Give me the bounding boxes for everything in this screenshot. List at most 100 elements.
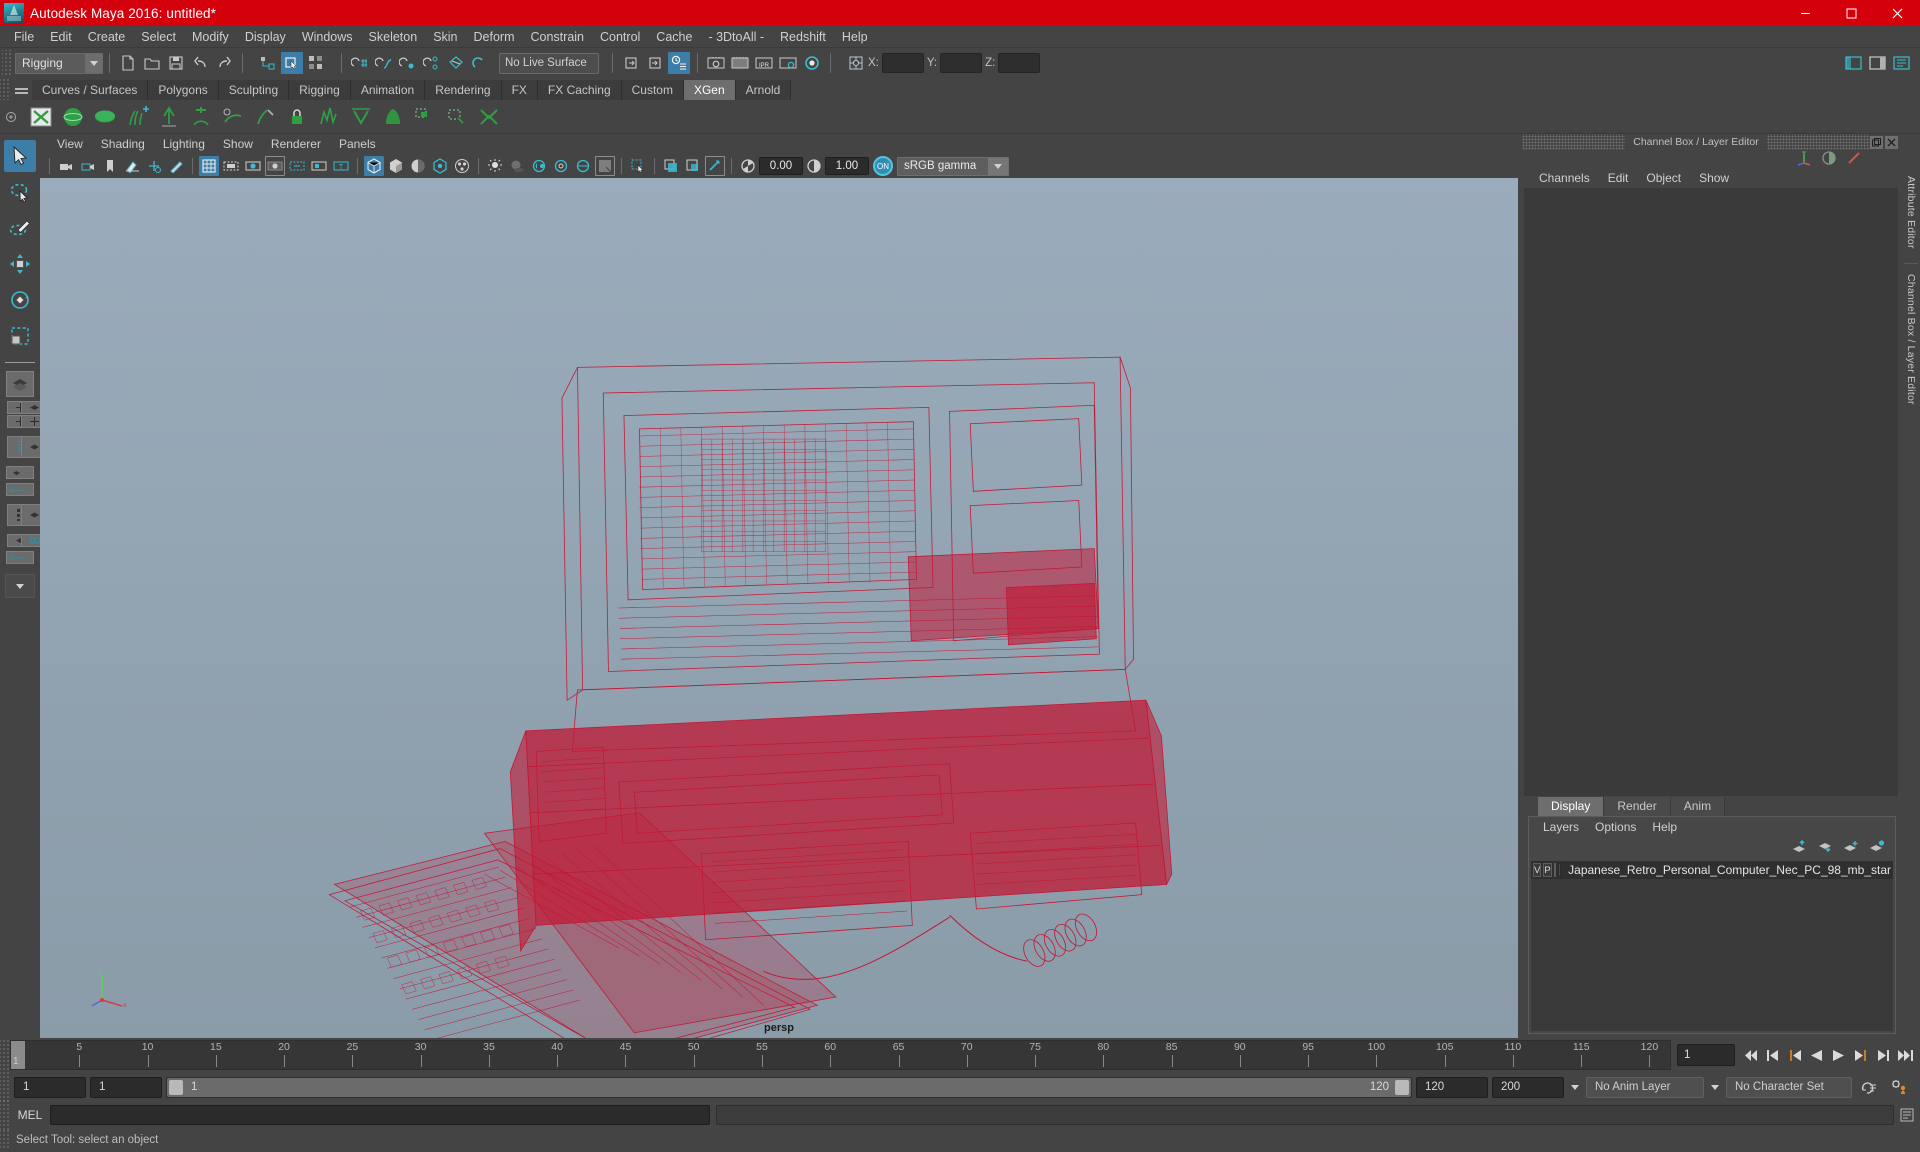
- viewport-canvas[interactable]: y x persp: [40, 178, 1518, 1038]
- channel-box-menu-channels[interactable]: Channels: [1530, 171, 1599, 185]
- exposure-icon[interactable]: [738, 156, 758, 176]
- menu-display[interactable]: Display: [237, 26, 294, 48]
- command-line-grip[interactable]: [0, 1100, 10, 1130]
- layer-menu-options[interactable]: Options: [1587, 820, 1644, 834]
- play-backwards-icon[interactable]: [1807, 1044, 1826, 1066]
- animation-preferences-icon[interactable]: [1886, 1074, 1912, 1100]
- menu-skeleton[interactable]: Skeleton: [361, 26, 426, 48]
- xgen-window-icon[interactable]: [26, 102, 56, 132]
- step-forward-frame-icon[interactable]: [1851, 1044, 1870, 1066]
- show-hide-editors-icon[interactable]: [1842, 52, 1864, 74]
- menu-create[interactable]: Create: [80, 26, 134, 48]
- open-scene-icon[interactable]: [141, 52, 163, 74]
- add-grooming-icon[interactable]: [122, 102, 152, 132]
- xray-active-components-icon[interactable]: [705, 156, 725, 176]
- select-by-hierarchy-icon[interactable]: [257, 52, 279, 74]
- step-back-frame-icon[interactable]: [1785, 1044, 1804, 1066]
- create-description-icon[interactable]: [154, 102, 184, 132]
- menu-file[interactable]: File: [6, 26, 42, 48]
- resolution-gate-icon[interactable]: [243, 156, 263, 176]
- shelf-tab-animation[interactable]: Animation: [350, 80, 426, 100]
- maximize-button[interactable]: [1828, 0, 1874, 26]
- range-start-field[interactable]: 1: [90, 1076, 162, 1098]
- script-editor-icon[interactable]: [1894, 1102, 1920, 1128]
- mask-modifier-icon[interactable]: [442, 102, 472, 132]
- rotate-tool-button[interactable]: [4, 284, 36, 316]
- noise-brush-icon[interactable]: [314, 102, 344, 132]
- menu-constrain[interactable]: Constrain: [523, 26, 593, 48]
- step-forward-keyframe-icon[interactable]: [1873, 1044, 1892, 1066]
- x-input[interactable]: [881, 53, 924, 73]
- shelf-tab-fx[interactable]: FX: [501, 80, 538, 100]
- range-end-field[interactable]: 120: [1416, 1076, 1488, 1098]
- shelf-tab-rigging[interactable]: Rigging: [289, 80, 351, 100]
- output-channels-icon[interactable]: [1821, 150, 1837, 169]
- anim-layer-chevron-icon[interactable]: [1708, 1077, 1722, 1098]
- step-back-keyframe-icon[interactable]: [1763, 1044, 1782, 1066]
- menu-modify[interactable]: Modify: [184, 26, 237, 48]
- menu-help[interactable]: Help: [834, 26, 876, 48]
- select-tool-button[interactable]: [4, 140, 36, 172]
- playback-options-chevron-icon[interactable]: [1568, 1077, 1582, 1098]
- clump-modifier-icon[interactable]: [410, 102, 440, 132]
- move-tool-button[interactable]: [4, 248, 36, 280]
- save-scene-icon[interactable]: [165, 52, 187, 74]
- shelf-tab-rendering[interactable]: Rendering: [425, 80, 502, 100]
- channel-box-content[interactable]: [1524, 188, 1898, 796]
- smooth-shade-all-icon[interactable]: [386, 156, 406, 176]
- command-input[interactable]: [50, 1105, 710, 1125]
- disc-primitive-icon[interactable]: [90, 102, 120, 132]
- shelf-tab-fx-caching[interactable]: FX Caching: [537, 80, 622, 100]
- layer-menu-help[interactable]: Help: [1644, 820, 1685, 834]
- isolate-select-icon[interactable]: [628, 156, 648, 176]
- range-start-handle[interactable]: [169, 1079, 183, 1095]
- layer-tab-display[interactable]: Display: [1538, 797, 1605, 816]
- gamma-icon[interactable]: [804, 156, 824, 176]
- range-end-handle[interactable]: [1395, 1079, 1409, 1095]
- xray-joints-icon[interactable]: [683, 156, 703, 176]
- panel-close-icon[interactable]: [1885, 135, 1898, 149]
- scale-tool-button[interactable]: [4, 320, 36, 352]
- safe-action-icon[interactable]: [309, 156, 329, 176]
- transform-channels-icon[interactable]: [1796, 150, 1812, 169]
- go-to-start-icon[interactable]: [1741, 1044, 1760, 1066]
- channel-box-menu-edit[interactable]: Edit: [1599, 171, 1638, 185]
- grease-pencil-icon[interactable]: [166, 156, 186, 176]
- snap-grid-icon[interactable]: [349, 52, 371, 74]
- anim-layer-selector[interactable]: No Anim Layer: [1586, 1076, 1704, 1098]
- menu-set-selector[interactable]: Rigging: [15, 52, 103, 74]
- bookmark-icon[interactable]: [100, 156, 120, 176]
- panel-undock-icon[interactable]: [1870, 135, 1883, 149]
- layer-row[interactable]: V P Japanese_Retro_Personal_Computer_Nec…: [1531, 861, 1893, 879]
- hypershade-icon[interactable]: [801, 52, 823, 74]
- undo-icon[interactable]: [189, 52, 211, 74]
- exposure-value[interactable]: 0.00: [759, 157, 803, 175]
- cut-brush-icon[interactable]: [250, 102, 280, 132]
- current-frame-field[interactable]: 1: [1677, 1044, 1735, 1066]
- smooth-shade-selected-icon[interactable]: [408, 156, 428, 176]
- menu-skin[interactable]: Skin: [425, 26, 465, 48]
- range-bar[interactable]: 1 120: [166, 1076, 1412, 1098]
- redo-render-icon[interactable]: [729, 52, 751, 74]
- attribute-editor-toggle-icon[interactable]: [1890, 52, 1912, 74]
- viewport-menu-renderer[interactable]: Renderer: [262, 134, 330, 154]
- move-layer-up-icon[interactable]: [1791, 840, 1807, 856]
- ipr-render-icon[interactable]: IPR: [753, 52, 775, 74]
- shelf-tab-arnold[interactable]: Arnold: [735, 80, 792, 100]
- image-plane-icon[interactable]: [122, 156, 142, 176]
- hypergraph-layout-button[interactable]: [6, 466, 34, 479]
- y-input[interactable]: [940, 53, 983, 73]
- paint-select-tool-button[interactable]: [4, 212, 36, 244]
- layer-list[interactable]: V P Japanese_Retro_Personal_Computer_Nec…: [1531, 861, 1893, 1031]
- shelf-tab-xgen[interactable]: XGen: [683, 80, 736, 100]
- channel-box-menu-show[interactable]: Show: [1690, 171, 1738, 185]
- time-cursor[interactable]: 1: [11, 1041, 25, 1069]
- input-connections-icon[interactable]: [620, 52, 642, 74]
- layer-visibility-toggle[interactable]: V: [1533, 863, 1542, 877]
- minimize-button[interactable]: [1782, 0, 1828, 26]
- make-live-icon[interactable]: [469, 52, 491, 74]
- field-chart-icon[interactable]: [287, 156, 307, 176]
- add-guide-icon[interactable]: [186, 102, 216, 132]
- move-layer-down-icon[interactable]: [1817, 840, 1833, 856]
- graph-layout-button-2[interactable]: [6, 551, 34, 564]
